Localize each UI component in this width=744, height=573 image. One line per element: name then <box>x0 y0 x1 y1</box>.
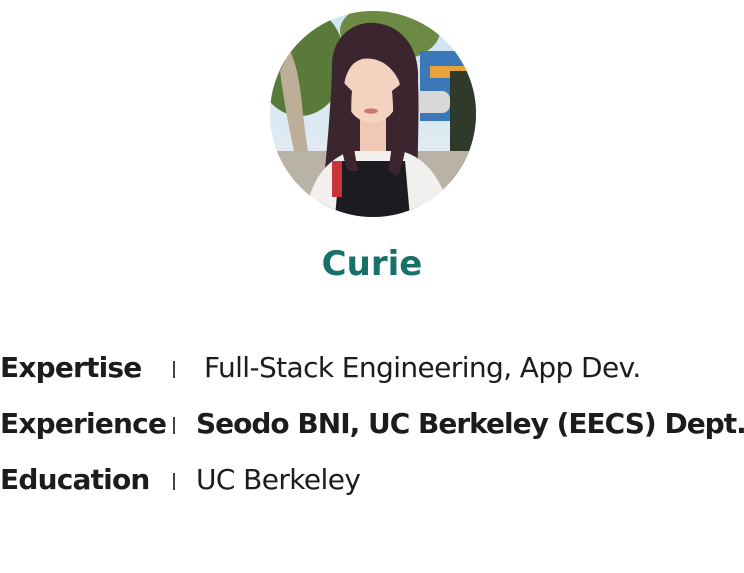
detail-label: Education <box>0 463 150 496</box>
detail-value: UC Berkeley <box>196 463 361 496</box>
profile-card: Curie Expertise Full-Stack Engineering, … <box>0 0 744 573</box>
divider <box>173 417 175 434</box>
detail-value: Seodo BNI, UC Berkeley (EECS) Dept. <box>196 407 744 440</box>
avatar <box>270 11 476 217</box>
divider <box>173 361 175 378</box>
divider <box>173 473 175 490</box>
detail-value: Full-Stack Engineering, App Dev. <box>204 351 641 384</box>
detail-label: Experience <box>0 407 167 440</box>
profile-name: Curie <box>321 244 423 284</box>
detail-label: Expertise <box>0 351 142 384</box>
profile-photo <box>270 11 476 217</box>
